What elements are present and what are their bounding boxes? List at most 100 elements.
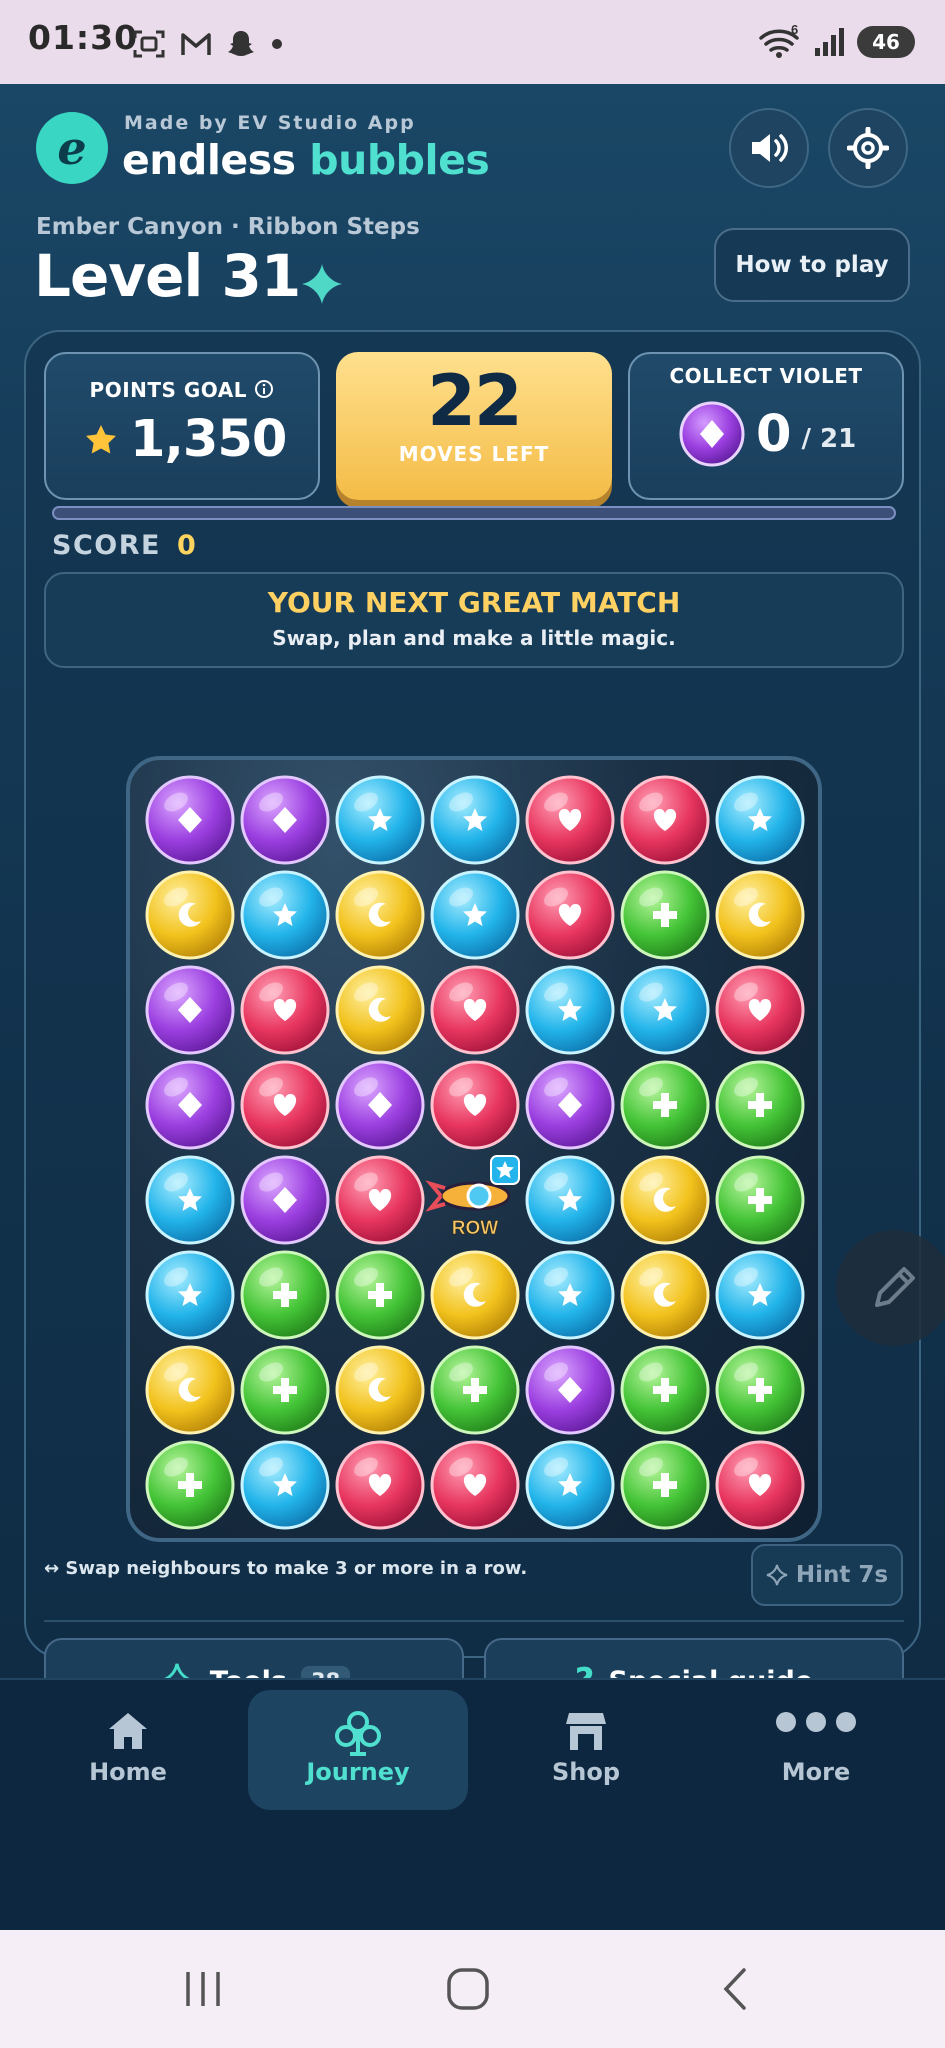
how-to-play-button[interactable]: How to play [714, 228, 910, 302]
violet-gem[interactable] [240, 1155, 330, 1245]
level-title: Level 31 [34, 242, 301, 310]
yellow-gem[interactable] [620, 1250, 710, 1340]
hint-button[interactable]: Hint 7s [751, 1544, 903, 1606]
green-gem[interactable] [620, 1440, 710, 1530]
nav-journey[interactable]: Journey [248, 1690, 468, 1810]
red-gem[interactable] [240, 1060, 330, 1150]
gem-body [430, 1250, 520, 1340]
green-gem[interactable] [620, 1345, 710, 1435]
rocket-label: ROW [452, 1218, 499, 1239]
blue-gem[interactable] [240, 870, 330, 960]
red-gem[interactable] [430, 965, 520, 1055]
violet-gem-icon [679, 401, 745, 467]
blue-gem[interactable] [430, 870, 520, 960]
blue-gem[interactable] [145, 1250, 235, 1340]
violet-gem[interactable] [240, 775, 330, 865]
notification-icons [132, 26, 284, 62]
violet-gem[interactable] [145, 775, 235, 865]
screenshot-icon [133, 30, 165, 58]
rocket-special-tile[interactable]: ROW [425, 1155, 520, 1239]
green-gem[interactable] [715, 1060, 805, 1150]
made-by-text: Made by EV Studio App [124, 112, 416, 134]
blue-gem[interactable] [240, 1440, 330, 1530]
green-gem[interactable] [240, 1345, 330, 1435]
points-goal-label-text: POINTS GOAL [89, 378, 247, 402]
nav-home[interactable]: Home [18, 1690, 238, 1810]
nav-shop-label: Shop [551, 1758, 621, 1786]
blue-gem[interactable] [715, 1250, 805, 1340]
green-gem[interactable] [430, 1345, 520, 1435]
star-icon [86, 424, 116, 453]
blue-gem[interactable] [335, 775, 425, 865]
pencil-floating-button[interactable] [836, 1230, 945, 1346]
red-gem[interactable] [715, 1440, 805, 1530]
yellow-gem[interactable] [335, 870, 425, 960]
blue-gem[interactable] [430, 775, 520, 865]
yellow-gem[interactable] [145, 870, 235, 960]
blue-gem[interactable] [525, 1440, 615, 1530]
red-gem[interactable] [430, 1060, 520, 1150]
moves-left-number: 22 [427, 360, 522, 442]
nav-journey-label: Journey [306, 1758, 410, 1786]
green-gem[interactable] [240, 1250, 330, 1340]
snapchat-icon [228, 31, 254, 56]
hint-button-label: Hint 7s [795, 1562, 889, 1588]
collect-current: 0 [756, 404, 792, 464]
red-gem[interactable] [335, 1155, 425, 1245]
level-subtitle: Ember Canyon · Ribbon Steps [36, 214, 420, 240]
screen: 01:30 6 46 e Made by EV Studio App endle… [0, 0, 945, 2048]
blue-gem[interactable] [620, 965, 710, 1055]
yellow-gem[interactable] [335, 1345, 425, 1435]
sound-button[interactable] [729, 108, 809, 188]
green-gem[interactable] [620, 1060, 710, 1150]
blue-gem[interactable] [145, 1155, 235, 1245]
gem-body [335, 870, 425, 960]
back-icon[interactable] [712, 1966, 758, 2012]
green-gem[interactable] [145, 1440, 235, 1530]
yellow-gem[interactable] [620, 1155, 710, 1245]
divider [44, 1620, 904, 1622]
blue-gem[interactable] [525, 1250, 615, 1340]
gem-body [715, 870, 805, 960]
battery-icon: 46 [857, 26, 915, 58]
violet-gem[interactable] [145, 965, 235, 1055]
recents-icon[interactable] [180, 1966, 226, 2012]
red-gem[interactable] [240, 965, 330, 1055]
progress-bar [52, 506, 896, 520]
gem-body [620, 1250, 710, 1340]
match-banner: YOUR NEXT GREAT MATCH Swap, plan and mak… [44, 572, 904, 668]
nav-more-label: More [781, 1758, 851, 1786]
yellow-gem[interactable] [335, 965, 425, 1055]
green-gem[interactable] [335, 1250, 425, 1340]
gem-body [335, 965, 425, 1055]
red-gem[interactable] [525, 870, 615, 960]
red-gem[interactable] [335, 1440, 425, 1530]
red-gem[interactable] [620, 775, 710, 865]
svg-text:6: 6 [791, 24, 798, 37]
yellow-gem[interactable] [430, 1250, 520, 1340]
violet-gem[interactable] [525, 1060, 615, 1150]
violet-gem[interactable] [525, 1345, 615, 1435]
swap-instructions: ↔ Swap neighbours to make 3 or more in a… [44, 1558, 528, 1579]
nav-shop[interactable]: Shop [476, 1690, 696, 1810]
green-gem[interactable] [715, 1155, 805, 1245]
blue-gem[interactable] [525, 965, 615, 1055]
violet-gem[interactable] [335, 1060, 425, 1150]
blue-gem[interactable] [715, 775, 805, 865]
yellow-gem[interactable] [715, 870, 805, 960]
home-nav-icon[interactable] [445, 1966, 491, 2012]
yellow-gem[interactable] [145, 1345, 235, 1435]
nav-more[interactable]: More [706, 1690, 926, 1810]
red-gem[interactable] [430, 1440, 520, 1530]
wifi-icon: 6 [759, 24, 799, 58]
settings-button[interactable] [828, 108, 908, 188]
blue-gem[interactable] [525, 1155, 615, 1245]
green-gem[interactable] [620, 870, 710, 960]
violet-gem[interactable] [145, 1060, 235, 1150]
info-icon[interactable] [254, 379, 274, 399]
gem-body [335, 1345, 425, 1435]
red-gem[interactable] [715, 965, 805, 1055]
red-gem[interactable] [525, 775, 615, 865]
score-label: SCORE [52, 530, 161, 561]
green-gem[interactable] [715, 1345, 805, 1435]
